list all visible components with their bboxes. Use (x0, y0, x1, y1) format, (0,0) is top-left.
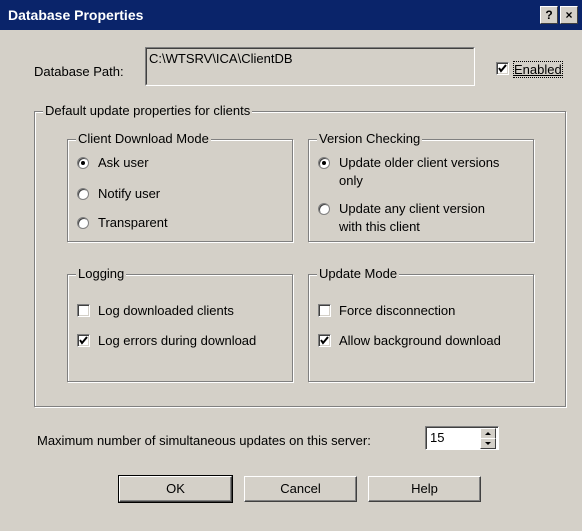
enabled-checkbox[interactable] (496, 62, 509, 75)
label-log-downloaded[interactable]: Log downloaded clients (98, 303, 234, 318)
radio-update-any[interactable] (318, 203, 330, 215)
max-updates-value[interactable]: 15 (430, 430, 444, 445)
max-updates-spinner[interactable]: 15 (425, 426, 499, 450)
title-bar: Database Properties ? × (0, 0, 582, 30)
help-button[interactable]: Help (368, 476, 481, 502)
version-checking-title: Version Checking (317, 131, 423, 146)
arrow-down-icon (485, 442, 491, 445)
database-path-value: C:\WTSRV\ICA\ClientDB (149, 51, 293, 66)
label-force-disconnection[interactable]: Force disconnection (339, 303, 455, 318)
label-update-any-line2[interactable]: with this client (339, 219, 420, 234)
database-path-label: Database Path: (34, 64, 124, 79)
enabled-label[interactable]: Enabled (513, 61, 563, 78)
logging-group: Logging (67, 266, 293, 382)
label-update-older-line1[interactable]: Update older client versions (339, 155, 499, 170)
checkmark-icon (320, 336, 329, 345)
spin-down-button[interactable] (480, 438, 496, 449)
label-notify-user[interactable]: Notify user (98, 186, 160, 201)
default-update-group-title: Default update properties for clients (43, 103, 253, 118)
label-transparent[interactable]: Transparent (98, 215, 168, 230)
label-update-older-line2[interactable]: only (339, 173, 363, 188)
database-path-field: C:\WTSRV\ICA\ClientDB (145, 47, 475, 86)
arrow-up-icon (485, 432, 491, 435)
label-ask-user[interactable]: Ask user (98, 155, 149, 170)
checkbox-log-downloaded[interactable] (77, 304, 90, 317)
checkbox-allow-background[interactable] (318, 334, 331, 347)
checkmark-icon (79, 336, 88, 345)
label-allow-background[interactable]: Allow background download (339, 333, 501, 348)
checkbox-force-disconnection[interactable] (318, 304, 331, 317)
logging-title: Logging (76, 266, 127, 281)
label-update-any-line1[interactable]: Update any client version (339, 201, 485, 216)
radio-update-older[interactable] (318, 157, 330, 169)
update-mode-group: Update Mode (308, 266, 534, 382)
client-download-mode-title: Client Download Mode (76, 131, 211, 146)
help-title-button[interactable]: ? (540, 6, 558, 24)
checkmark-icon (498, 64, 507, 73)
radio-transparent[interactable] (77, 217, 89, 229)
update-mode-title: Update Mode (317, 266, 400, 281)
window-title: Database Properties (8, 7, 144, 23)
radio-notify-user[interactable] (77, 188, 89, 200)
label-log-errors[interactable]: Log errors during download (98, 333, 256, 348)
max-updates-label: Maximum number of simultaneous updates o… (37, 433, 371, 448)
radio-ask-user[interactable] (77, 157, 89, 169)
close-title-button[interactable]: × (560, 6, 578, 24)
checkbox-log-errors[interactable] (77, 334, 90, 347)
cancel-button[interactable]: Cancel (244, 476, 357, 502)
ok-button[interactable]: OK (118, 475, 233, 503)
